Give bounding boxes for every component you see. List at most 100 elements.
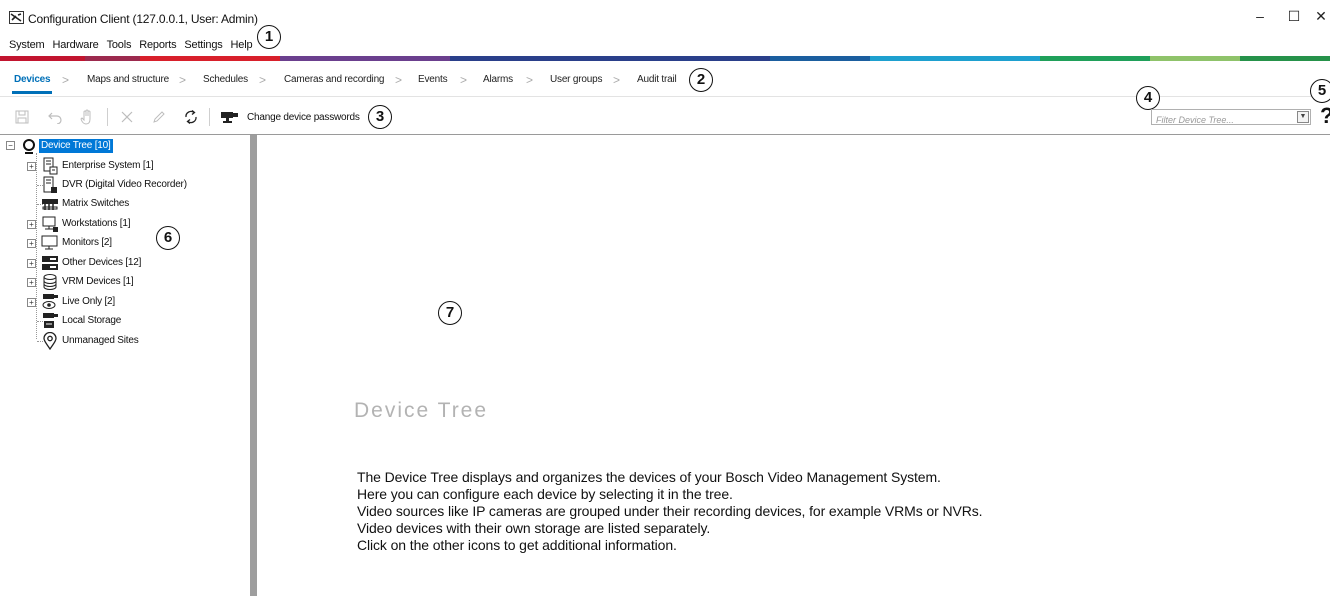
accent-segment xyxy=(770,56,870,61)
undo-icon[interactable] xyxy=(46,108,64,126)
callout-5: 5 xyxy=(1310,79,1330,103)
tree-item-unmanaged-sites[interactable]: Unmanaged Sites xyxy=(6,332,246,351)
tree-item-label: Local Storage xyxy=(62,315,122,326)
toolbar-separator xyxy=(107,108,108,126)
toolbar-separator xyxy=(209,108,210,126)
menu-system[interactable]: System xyxy=(0,36,48,54)
tree-item-label: Matrix Switches xyxy=(62,198,130,209)
content-description: The Device Tree displays and organizes t… xyxy=(357,469,983,554)
accent-segment xyxy=(0,56,85,61)
live-only-icon xyxy=(42,294,58,309)
description-line: Click on the other icons to get addition… xyxy=(357,537,677,553)
tab-schedules[interactable]: Schedules xyxy=(203,66,248,94)
accent-segment xyxy=(280,56,450,61)
callout-1: 1 xyxy=(257,25,281,49)
app-logo-icon xyxy=(9,11,24,24)
tree-item-label: Workstations [1] xyxy=(62,218,131,229)
description-line: Video sources like IP cameras are groupe… xyxy=(357,503,983,519)
chevron-right-icon: > xyxy=(179,73,187,87)
tree-item-label: VRM Devices [1] xyxy=(62,276,134,287)
other-devices-icon xyxy=(42,256,58,270)
expand-icon[interactable]: + xyxy=(27,162,36,171)
accent-color-bar xyxy=(0,56,1330,61)
title-bar: Configuration Client (127.0.0.1, User: A… xyxy=(0,0,1330,32)
tree-root-label[interactable]: Device Tree [10] xyxy=(39,139,113,153)
chevron-right-icon: > xyxy=(395,73,403,87)
tab-user-groups[interactable]: User groups xyxy=(550,66,602,94)
expand-icon[interactable]: + xyxy=(27,239,36,248)
accent-segment xyxy=(140,56,280,61)
tree-item-monitors[interactable]: + Monitors [2] xyxy=(6,234,246,253)
pane-splitter[interactable] xyxy=(250,135,257,596)
tab-cameras-and-recording[interactable]: Cameras and recording xyxy=(284,66,385,94)
delete-icon[interactable] xyxy=(118,108,136,126)
save-icon[interactable] xyxy=(13,108,31,126)
tree-item-label: Unmanaged Sites xyxy=(62,335,139,346)
tree-item-vrm-devices[interactable]: + VRM Devices [1] xyxy=(6,273,246,292)
chevron-right-icon: > xyxy=(460,73,468,87)
change-device-passwords-button[interactable]: Change device passwords xyxy=(247,112,360,123)
tree-item-live-only[interactable]: + Live Only [2] xyxy=(6,293,246,312)
accent-segment xyxy=(1040,56,1150,61)
refresh-icon[interactable] xyxy=(182,108,200,126)
tree-item-local-storage[interactable]: Local Storage xyxy=(6,312,246,331)
expand-icon[interactable]: + xyxy=(27,298,36,307)
content-pane: 7 Device Tree The Device Tree displays a… xyxy=(257,135,1330,596)
menu-reports[interactable]: Reports xyxy=(135,36,180,54)
callout-4: 4 xyxy=(1136,86,1160,110)
chevron-down-icon[interactable]: ▼ xyxy=(1297,111,1309,123)
menu-settings[interactable]: Settings xyxy=(180,36,226,54)
tab-maps-and-structure[interactable]: Maps and structure xyxy=(87,66,169,94)
tab-events[interactable]: Events xyxy=(418,66,448,94)
edit-icon[interactable] xyxy=(150,108,168,126)
tree-item-label: Live Only [2] xyxy=(62,296,115,307)
toolbar: Change device passwords xyxy=(0,104,1330,130)
maximize-button[interactable]: ☐ xyxy=(1281,8,1307,28)
callout-6: 6 xyxy=(156,226,180,250)
menu-help[interactable]: Help xyxy=(227,36,257,54)
chevron-right-icon: > xyxy=(526,73,534,87)
filter-device-tree: ▼ xyxy=(1151,109,1311,127)
tab-audit-trail[interactable]: Audit trail xyxy=(637,66,677,94)
accent-segment xyxy=(450,56,770,61)
tree-item-other-devices[interactable]: + Other Devices [12] xyxy=(6,254,246,273)
unmanaged-sites-icon xyxy=(43,332,57,350)
chevron-right-icon: > xyxy=(613,73,621,87)
close-button[interactable]: ✕ xyxy=(1308,8,1330,28)
monitor-icon xyxy=(41,235,58,250)
divider xyxy=(0,96,1330,97)
dvr-icon xyxy=(43,176,57,193)
camera-password-icon[interactable] xyxy=(219,108,241,126)
filter-input[interactable] xyxy=(1152,113,1292,127)
expand-icon[interactable]: + xyxy=(27,278,36,287)
description-line: The Device Tree displays and organizes t… xyxy=(357,469,941,485)
expand-icon[interactable]: + xyxy=(27,259,36,268)
tree-item-label: Other Devices [12] xyxy=(62,257,142,268)
description-line: Here you can configure each device by se… xyxy=(357,486,733,502)
content-title: Device Tree xyxy=(354,399,489,422)
menu-bar: System Hardware Tools Reports Settings H… xyxy=(0,36,256,54)
workstation-icon xyxy=(42,216,58,232)
minimize-button[interactable]: – xyxy=(1247,8,1273,28)
menu-hardware[interactable]: Hardware xyxy=(48,36,102,54)
workflow-nav: Devices > Maps and structure > Schedules… xyxy=(0,66,1330,94)
device-tree-icon xyxy=(23,139,35,154)
tree-item-dvr[interactable]: DVR (Digital Video Recorder) xyxy=(6,176,246,195)
tree-item-workstations[interactable]: + Workstations [1] xyxy=(6,215,246,234)
help-button[interactable]: ? xyxy=(1320,103,1330,129)
collapse-icon[interactable]: − xyxy=(6,141,15,150)
menu-tools[interactable]: Tools xyxy=(103,36,136,54)
tree-item-label: Enterprise System [1] xyxy=(62,160,154,171)
callout-7: 7 xyxy=(438,301,462,325)
tree-item-label: Monitors [2] xyxy=(62,237,112,248)
tree-root[interactable]: − Device Tree [10] xyxy=(6,137,246,156)
tree-item-enterprise-system[interactable]: + Enterprise System [1] xyxy=(6,157,246,176)
hand-icon[interactable] xyxy=(78,108,96,126)
expand-icon[interactable]: + xyxy=(27,220,36,229)
vrm-icon xyxy=(43,274,57,290)
tab-alarms[interactable]: Alarms xyxy=(483,66,513,94)
tab-devices[interactable]: Devices xyxy=(11,66,53,94)
chevron-right-icon: > xyxy=(62,73,70,87)
tree-item-matrix-switches[interactable]: Matrix Switches xyxy=(6,195,246,214)
accent-segment xyxy=(870,56,1040,61)
